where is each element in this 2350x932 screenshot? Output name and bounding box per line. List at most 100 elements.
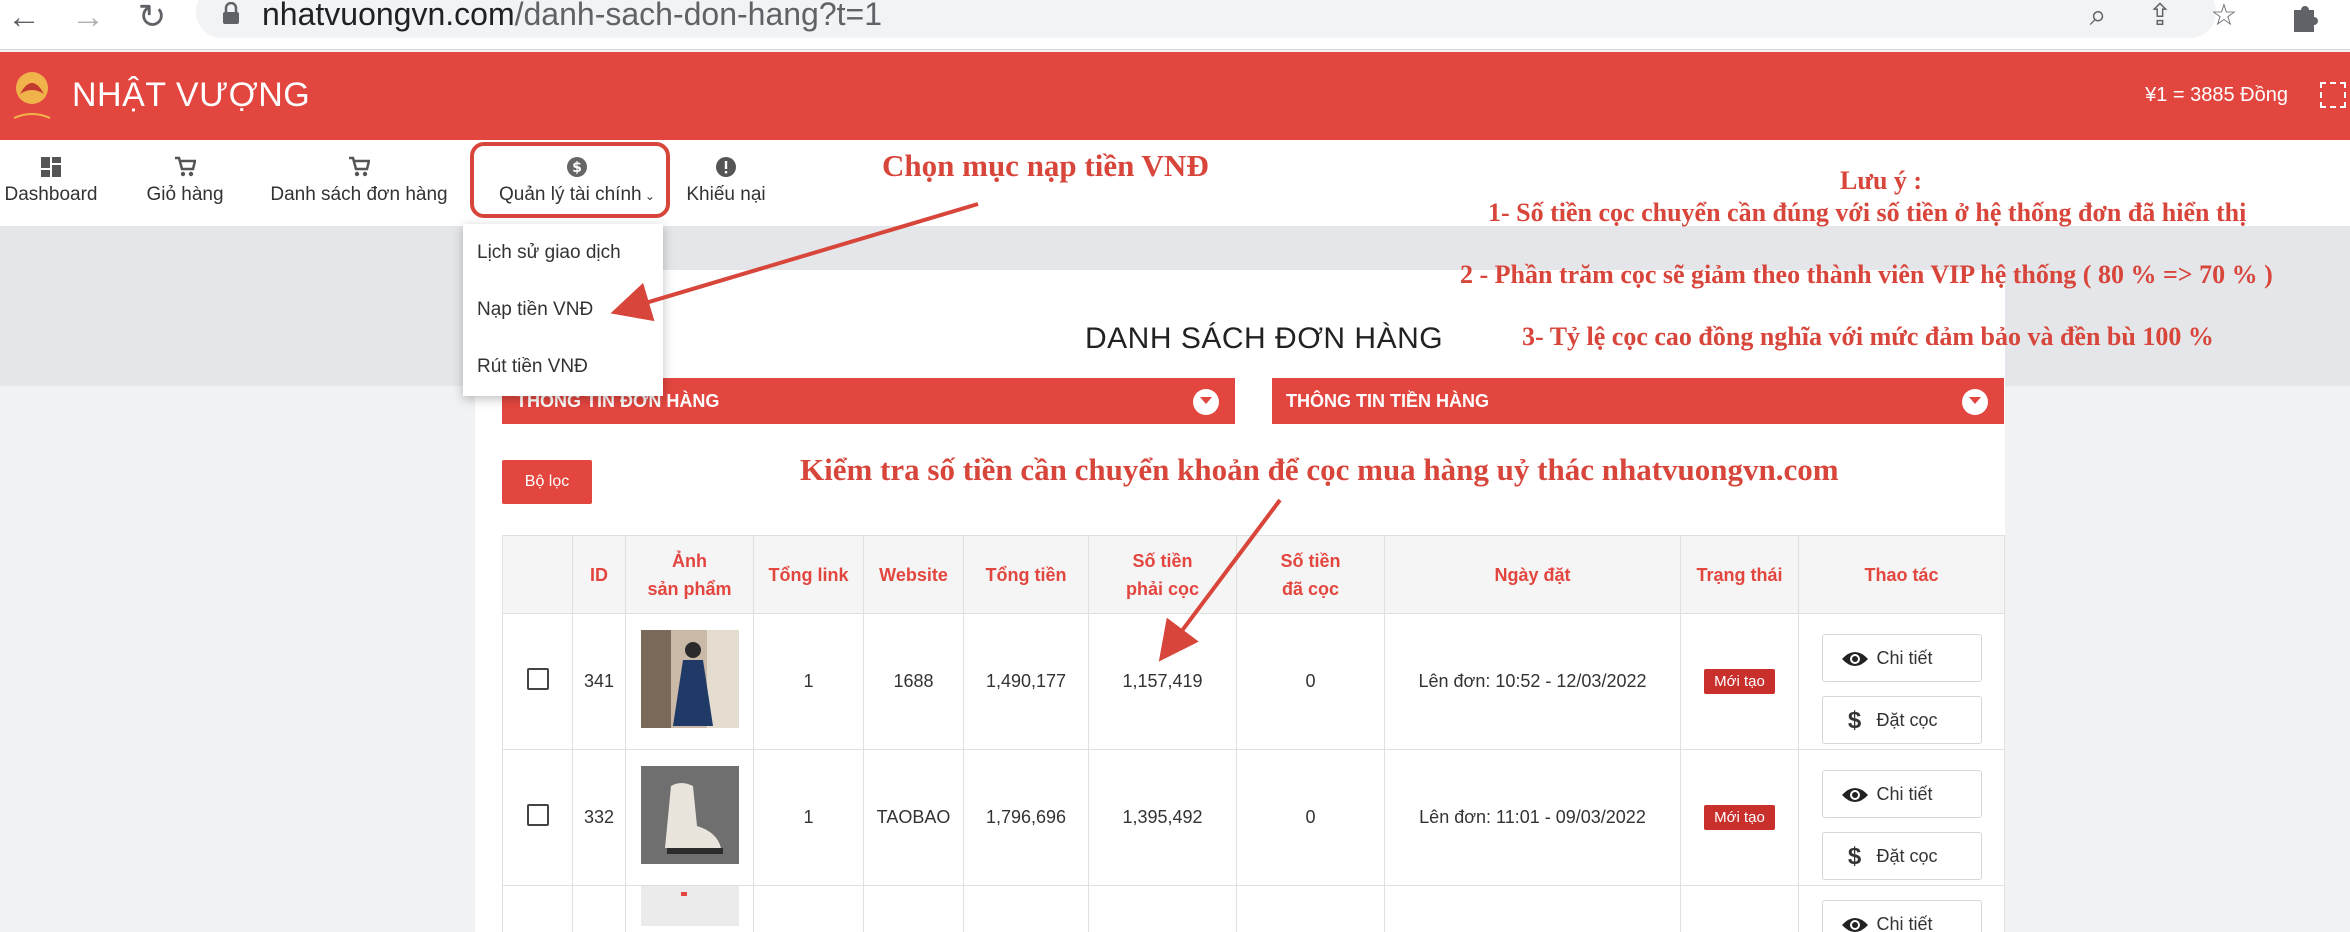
- deposit-button[interactable]: $ Đặt cọc: [1821, 695, 1982, 744]
- annotation-check-amount: Kiểm tra số tiền cần chuyển khoản để cọc…: [800, 452, 1839, 487]
- cell-deposit-required: 1,395,492: [1088, 749, 1237, 886]
- brand-name[interactable]: NHẬT VƯỢNG: [72, 76, 310, 115]
- annotation-note-title: Lưu ý :: [1840, 166, 1923, 195]
- table-row: 332 1 TAOBAO 1,796,696 1,395,492 0 Lên đ…: [502, 749, 2005, 886]
- dollar-icon: $: [1847, 706, 1862, 734]
- col-actions: Thao tác: [1798, 535, 2005, 614]
- annotation-note-1: 1- Số tiền cọc chuyển cần đúng với số ti…: [1488, 198, 2247, 227]
- url-path: /danh-sach-don-hang?t=1: [514, 0, 882, 32]
- dashboard-icon: [41, 157, 61, 177]
- annotation-note-3: 3- Tỷ lệ cọc cao đồng nghĩa với mức đảm …: [1522, 322, 2214, 351]
- eye-icon: [1841, 918, 1868, 932]
- select-cell: [502, 749, 573, 886]
- menu-item-complaint[interactable]: Khiếu nại: [684, 140, 768, 226]
- header-text: đã cọc: [1281, 578, 1340, 599]
- col-total: Tổng tiền: [963, 535, 1089, 614]
- header-text: sản phẩm: [647, 578, 732, 599]
- reload-icon[interactable]: ↻: [132, 0, 172, 38]
- cell-deposit-required: 1,157,419: [1088, 613, 1237, 750]
- button-label: Đặt cọc: [1876, 709, 1938, 730]
- cell-deposit-paid: 0: [1236, 613, 1385, 750]
- button-label: Chi tiết: [1876, 914, 1933, 932]
- col-website: Website: [863, 535, 964, 614]
- highlight-box: [470, 142, 670, 218]
- brand-logo[interactable]: [6, 64, 58, 126]
- table-header-row: ID Ảnh sản phẩm Tổng link Website Tổng ti…: [502, 535, 2005, 614]
- cell-links: [753, 885, 864, 932]
- button-label: Đặt cọc: [1876, 845, 1938, 866]
- menu-item-withdraw-vnd[interactable]: Rút tiền VNĐ: [463, 338, 663, 395]
- cell-image: [625, 885, 754, 932]
- cell-actions: Chi tiết: [1798, 885, 2005, 932]
- col-image: Ảnh sản phẩm: [625, 535, 754, 614]
- detail-button[interactable]: Chi tiết: [1821, 769, 1982, 818]
- app-header: NHẬT VƯỢNG ¥1 = 3885 Đồng: [0, 52, 2350, 140]
- menu-item-transaction-history[interactable]: Lịch sử giao dịch: [463, 224, 663, 281]
- select-cell: [502, 885, 573, 932]
- dollar-icon: $: [1847, 842, 1862, 870]
- col-id: ID: [572, 535, 626, 614]
- cell-date: Lên đơn: 10:52 - 12/03/2022: [1384, 613, 1681, 750]
- bookmark-star-icon[interactable]: ☆: [2206, 0, 2242, 36]
- chevron-down-icon[interactable]: [1962, 389, 1988, 415]
- col-status: Trạng thái: [1680, 535, 1799, 614]
- header-text: Số tiền: [1132, 550, 1193, 571]
- col-deposit-required: Số tiền phải cọc: [1088, 535, 1237, 614]
- col-links: Tổng link: [753, 535, 864, 614]
- cell-id: 332: [572, 749, 626, 886]
- cart-icon: [349, 156, 370, 177]
- button-label: Chi tiết: [1876, 647, 1933, 668]
- fullscreen-icon[interactable]: [2320, 82, 2346, 108]
- cell-actions: Chi tiết $ Đặt cọc: [1798, 613, 2005, 750]
- chevron-down-icon[interactable]: [1193, 389, 1219, 415]
- row-checkbox[interactable]: [526, 668, 549, 690]
- cart-icon: [175, 156, 196, 177]
- annotation-choose: Chọn mục nạp tiền VNĐ: [882, 148, 1209, 183]
- cell-links: 1: [753, 749, 864, 886]
- cell-total: [963, 885, 1089, 932]
- menu-label: Khiếu nại: [686, 184, 766, 205]
- menu-label: Dashboard: [4, 184, 98, 205]
- cell-links: 1: [753, 613, 864, 750]
- col-deposit-paid: Số tiền đã cọc: [1236, 535, 1385, 614]
- button-label: Chi tiết: [1876, 783, 1933, 804]
- product-thumbnail[interactable]: [640, 766, 739, 864]
- cell-status: Mới tạo: [1680, 613, 1799, 750]
- url-host: nhatvuongvn.com: [262, 0, 515, 32]
- annotation-note-2: 2 - Phần trăm cọc sẽ giảm theo thành viê…: [1460, 260, 2273, 289]
- cell-website: 1688: [863, 613, 964, 750]
- table-row: 341 1 1688 1,490,177 1,157,419 0 Lên đơn…: [502, 613, 2005, 750]
- deposit-button[interactable]: $ Đặt cọc: [1821, 831, 1982, 880]
- status-badge: Mới tạo: [1704, 669, 1775, 694]
- eye-icon: [1841, 787, 1868, 802]
- share-icon[interactable]: ⇪: [2142, 0, 2178, 36]
- menu-item-deposit-vnd[interactable]: Nạp tiền VNĐ: [463, 281, 663, 338]
- row-checkbox[interactable]: [526, 804, 549, 826]
- back-icon[interactable]: ←: [4, 0, 44, 38]
- col-select: [502, 535, 573, 614]
- menu-item-order-list[interactable]: Danh sách đơn hàng: [268, 140, 450, 226]
- menu-item-dashboard[interactable]: Dashboard: [0, 140, 102, 226]
- zoom-icon[interactable]: ⌕: [2080, 0, 2116, 36]
- page-title: DANH SÁCH ĐƠN HÀNG: [1085, 322, 1444, 355]
- product-thumbnail[interactable]: [640, 886, 739, 926]
- product-thumbnail[interactable]: [640, 630, 739, 728]
- detail-button[interactable]: Chi tiết: [1821, 633, 1982, 682]
- url-text[interactable]: nhatvuongvn.com/danh-sach-don-hang?t=1: [262, 0, 882, 33]
- detail-button[interactable]: Chi tiết: [1821, 900, 1982, 932]
- cell-image: [625, 613, 754, 750]
- filter-button[interactable]: Bộ lọc: [502, 460, 592, 504]
- browser-toolbar: ← → ↻ nhatvuongvn.com/danh-sach-don-hang…: [0, 0, 2350, 50]
- cell-total: 1,490,177: [963, 613, 1089, 750]
- menu-item-cart[interactable]: Giỏ hàng: [140, 140, 230, 226]
- lock-icon: [223, 2, 239, 24]
- cell-deposit-paid: 0: [1236, 749, 1385, 886]
- cell-actions: Chi tiết $ Đặt cọc: [1798, 749, 2005, 886]
- header-text: Số tiền: [1280, 550, 1341, 571]
- cell-image: [625, 749, 754, 886]
- forward-icon[interactable]: →: [68, 0, 108, 38]
- panel-money-info[interactable]: THÔNG TIN TIỀN HÀNG: [1272, 378, 2004, 424]
- extensions-icon[interactable]: [2286, 0, 2322, 36]
- menu-label: Danh sách đơn hàng: [270, 184, 448, 205]
- cell-website: [863, 885, 964, 932]
